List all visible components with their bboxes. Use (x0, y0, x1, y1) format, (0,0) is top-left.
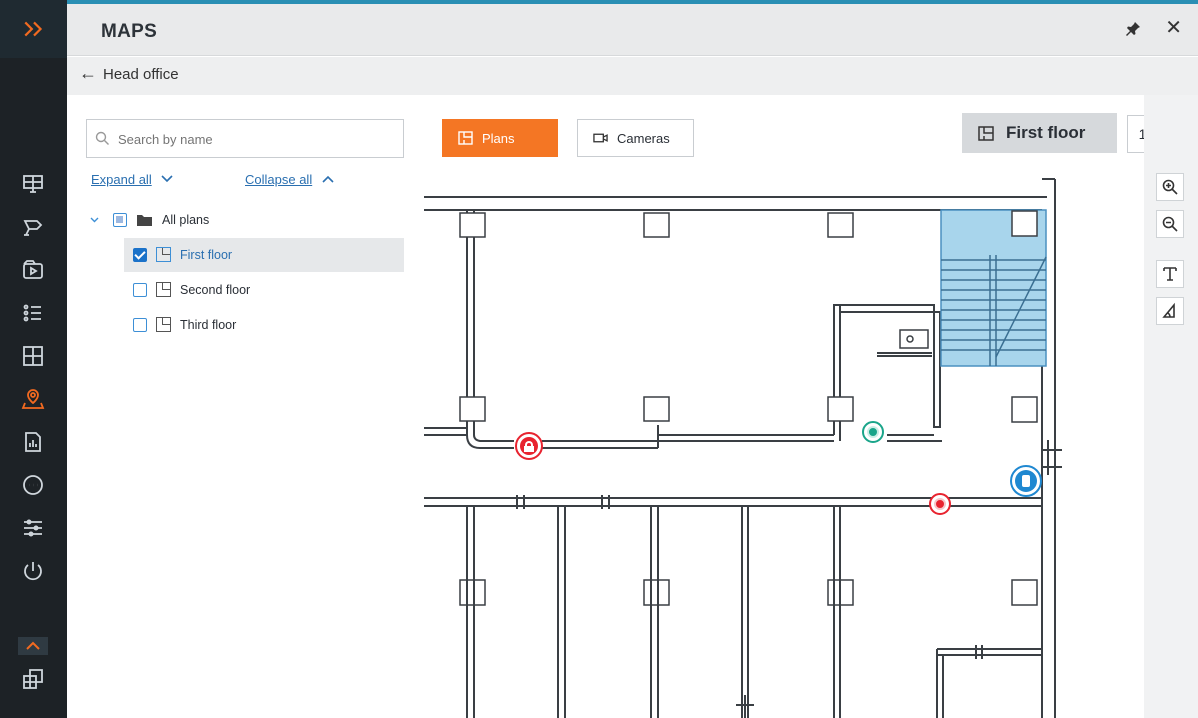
tree-root-label: All plans (162, 213, 210, 227)
lock-icon (520, 437, 538, 455)
close-icon[interactable]: ✕ (1165, 15, 1182, 40)
chevron-down-icon[interactable] (161, 175, 173, 183)
chevron-up-icon[interactable] (322, 175, 334, 183)
window-header: MAPS ✕ (67, 4, 1198, 56)
map-tools-panel (1144, 95, 1198, 718)
expand-icon[interactable] (0, 0, 67, 58)
map-icon[interactable] (18, 384, 48, 414)
more-icon[interactable] (18, 470, 48, 500)
plans-button-label: Plans (482, 130, 515, 146)
door-lock-alarm-marker[interactable] (515, 432, 543, 460)
search-icon (95, 131, 109, 145)
floor-plan-drawing (424, 178, 1062, 718)
camera-icon (593, 133, 608, 143)
pin-icon[interactable] (1124, 20, 1142, 38)
sensor-ok-marker[interactable] (862, 421, 884, 443)
checkbox-third-floor[interactable] (133, 318, 147, 332)
event-list-icon[interactable] (18, 298, 48, 328)
current-floor-label: First floor (1006, 123, 1086, 142)
tree-item-second-floor[interactable]: Second floor (124, 273, 404, 307)
breadcrumb: ← Head office (67, 57, 1198, 95)
floor-plan-icon (156, 317, 171, 332)
layout-icon[interactable] (18, 341, 48, 371)
report-icon[interactable] (18, 427, 48, 457)
cameras-button-label: Cameras (617, 130, 670, 146)
tree-item-third-floor[interactable]: Third floor (124, 308, 404, 342)
extinguisher-icon (1015, 470, 1037, 492)
tree-item-first-floor[interactable]: First floor (124, 238, 404, 272)
tree-item-label: Third floor (180, 318, 237, 332)
tree-item-label: First floor (180, 248, 233, 262)
back-arrow-icon[interactable]: ← (79, 63, 97, 84)
zoom-out-icon[interactable] (1156, 210, 1184, 238)
page-title: MAPS (101, 21, 158, 42)
search-box (86, 119, 404, 158)
floor-plan-icon (156, 247, 171, 262)
plans-tree-panel: Expand all Collapse all All plans First … (67, 95, 422, 718)
sensor-alarm-marker[interactable] (929, 493, 951, 515)
plans-button[interactable]: Plans (442, 119, 558, 157)
measure-icon[interactable] (1156, 297, 1184, 325)
zoom-level[interactable]: 110% (1127, 115, 1144, 153)
tree-item-label: Second floor (180, 283, 251, 297)
checkbox-first-floor[interactable] (133, 248, 147, 262)
collapse-all-link[interactable]: Collapse all (245, 172, 312, 187)
collapse-up-icon[interactable] (18, 637, 48, 655)
checkbox-second-floor[interactable] (133, 283, 147, 297)
app-sidebar (0, 0, 67, 718)
tree-root-all-plans[interactable]: All plans (67, 203, 404, 237)
checkbox-all-plans[interactable] (113, 213, 127, 227)
windows-icon[interactable] (18, 664, 48, 694)
chevron-down-icon[interactable] (90, 217, 99, 223)
zoom-in-icon[interactable] (1156, 173, 1184, 201)
breadcrumb-label[interactable]: Head office (103, 66, 179, 83)
monitor-icon[interactable] (18, 169, 48, 199)
video-archive-icon[interactable] (18, 255, 48, 285)
floor-plan-icon (458, 131, 473, 145)
current-floor-selector[interactable]: First floor (962, 113, 1117, 153)
floor-plan-icon (978, 125, 994, 141)
text-icon[interactable] (1156, 260, 1184, 288)
floor-plan-map[interactable]: Plans Cameras First floor 110% (422, 95, 1144, 718)
camera-icon[interactable] (18, 212, 48, 242)
power-icon[interactable] (18, 556, 48, 586)
folder-icon (137, 215, 152, 226)
settings-icon[interactable] (18, 513, 48, 543)
cameras-button[interactable]: Cameras (577, 119, 694, 157)
extinguisher-marker[interactable] (1010, 465, 1042, 497)
search-input[interactable] (116, 126, 386, 152)
expand-all-link[interactable]: Expand all (91, 172, 152, 187)
floor-plan-icon (156, 282, 171, 297)
